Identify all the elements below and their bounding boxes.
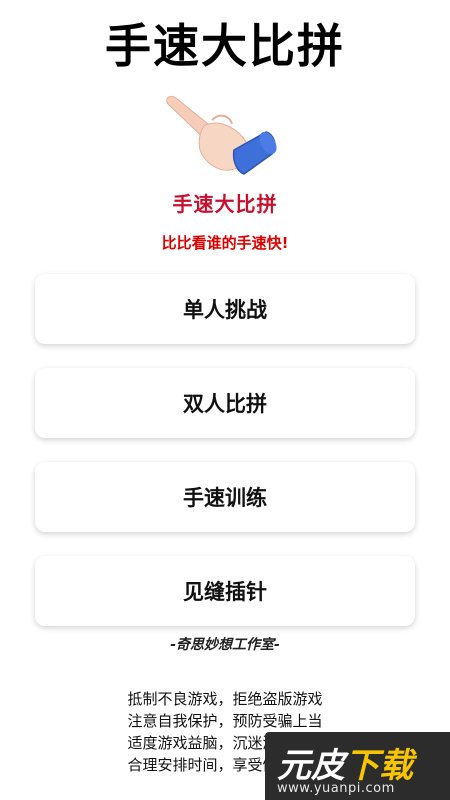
watermark: 元皮下载 www.yuanpi.com <box>265 732 450 800</box>
app-title: 手速大比拼 <box>105 19 345 73</box>
two-player-button[interactable]: 双人比拼 <box>35 368 415 438</box>
watermark-logo-part2: 下载 <box>345 746 413 786</box>
needle-game-button[interactable]: 见缝插针 <box>35 556 415 626</box>
logo-text: 手速大比拼 <box>172 192 278 216</box>
studio-credit: -奇思妙想工作室- <box>170 637 280 653</box>
notice-line: 抵制不良游戏，拒绝盗版游戏 <box>127 690 323 708</box>
slogan: 比比看谁的手速快! <box>161 234 289 252</box>
watermark-logo-part1: 元皮 <box>277 746 345 786</box>
notice-line: 注意自我保护，预防受骗上当 <box>127 712 323 730</box>
pointing-hand-icon <box>166 95 277 175</box>
speed-training-button[interactable]: 手速训练 <box>35 462 415 532</box>
watermark-logo: 元皮下载 <box>277 738 413 787</box>
single-challenge-button[interactable]: 单人挑战 <box>35 274 415 344</box>
watermark-url: www.yuanpi.com <box>277 781 395 796</box>
